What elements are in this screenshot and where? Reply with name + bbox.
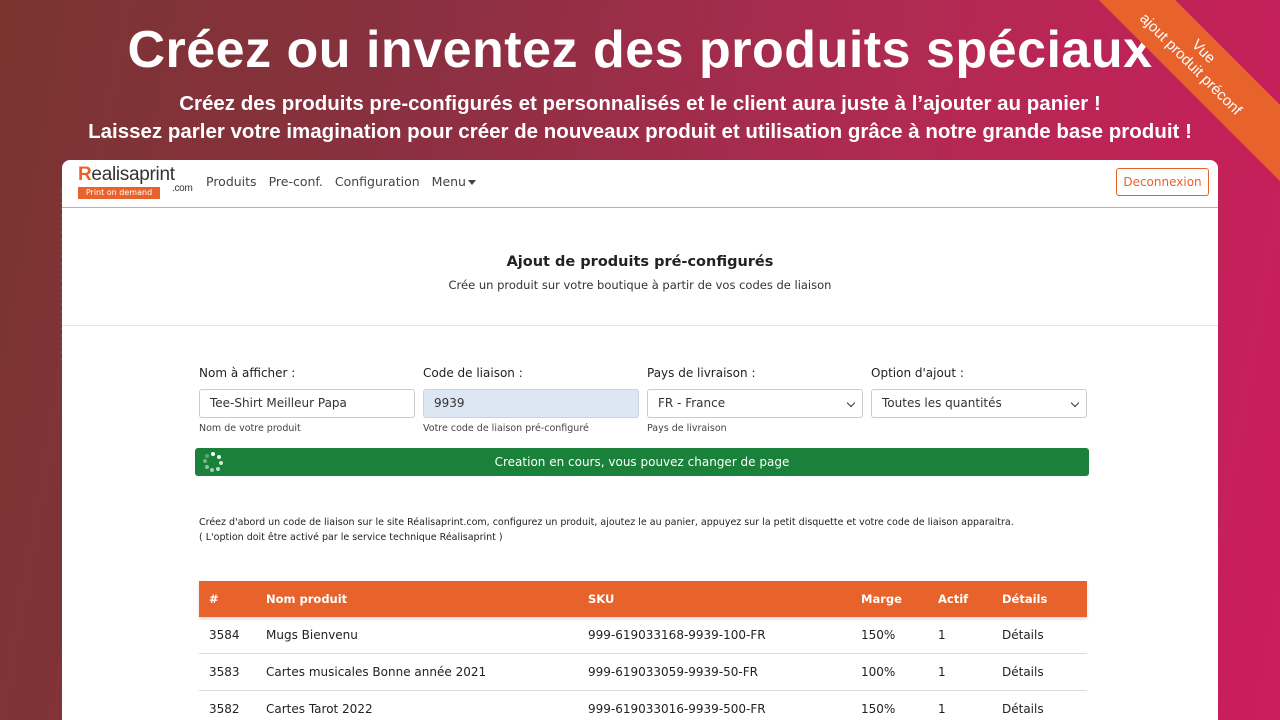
table-row: 3582 Cartes Tarot 2022 999-619033016-993… bbox=[199, 691, 1087, 720]
cell-margin: 100% bbox=[861, 665, 896, 679]
nav-link-pre-conf[interactable]: Pre-conf. bbox=[269, 174, 323, 189]
field-code: Code de liaison : 9939 Votre code de lia… bbox=[423, 366, 639, 434]
field-name: Nom à afficher : Tee-Shirt Meilleur Papa… bbox=[199, 366, 415, 434]
preconf-form: Nom à afficher : Tee-Shirt Meilleur Papa… bbox=[199, 366, 1087, 434]
code-input[interactable]: 9939 bbox=[423, 389, 639, 418]
cell-margin: 150% bbox=[861, 702, 896, 716]
chevron-down-icon bbox=[846, 398, 856, 408]
cell-name: Cartes Tarot 2022 bbox=[266, 702, 373, 716]
note-line-1: Créez d'abord un code de liaison sur le … bbox=[199, 517, 1014, 528]
option-select-value: Toutes les quantités bbox=[882, 396, 1002, 410]
spinner-icon bbox=[203, 452, 223, 472]
cell-name: Cartes musicales Bonne année 2021 bbox=[266, 665, 487, 679]
option-select[interactable]: Toutes les quantités bbox=[871, 389, 1087, 418]
field-option: Option d'ajout : Toutes les quantités bbox=[871, 366, 1087, 434]
header-active[interactable]: Actif bbox=[938, 592, 1002, 606]
note-line-2: ( L'option doit être activé par le servi… bbox=[199, 532, 503, 543]
name-label: Nom à afficher : bbox=[199, 366, 296, 380]
country-label: Pays de livraison : bbox=[647, 366, 756, 380]
navbar: Realisaprint .com Print on demand Produit… bbox=[62, 160, 1218, 208]
cell-sku: 999-619033168-9939-100-FR bbox=[588, 628, 766, 642]
caret-down-icon bbox=[467, 180, 476, 185]
hero-title: Créez ou inventez des produits spéciaux bbox=[127, 21, 1153, 79]
header-name[interactable]: Nom produit bbox=[266, 592, 588, 606]
name-help: Nom de votre produit bbox=[199, 423, 301, 434]
header-sku[interactable]: SKU bbox=[588, 592, 861, 606]
logo-tagline: Print on demand bbox=[78, 187, 160, 199]
nav-link-configuration[interactable]: Configuration bbox=[335, 174, 420, 189]
page-header: Ajout de produits pré-configurés Crée un… bbox=[62, 208, 1218, 326]
page-subtitle: Crée un produit sur votre boutique à par… bbox=[448, 278, 832, 292]
table-row: 3583 Cartes musicales Bonne année 2021 9… bbox=[199, 654, 1087, 691]
app-window: Realisaprint .com Print on demand Produit… bbox=[62, 160, 1218, 720]
field-country: Pays de livraison : FR - France Pays de … bbox=[647, 366, 863, 434]
details-link[interactable]: Détails bbox=[1002, 702, 1087, 716]
chevron-down-icon bbox=[1070, 398, 1080, 408]
option-label: Option d'ajout : bbox=[871, 366, 964, 380]
cell-active: 1 bbox=[938, 665, 946, 679]
logo-wordmark: Realisaprint .com bbox=[78, 164, 193, 195]
cell-sku: 999-619033059-9939-50-FR bbox=[588, 665, 758, 679]
nav-links: Produits Pre-conf. Configuration Menu bbox=[206, 174, 476, 189]
hero-subtitle-1: Créez des produits pre-configurés et per… bbox=[179, 92, 1101, 115]
name-input[interactable]: Tee-Shirt Meilleur Papa bbox=[199, 389, 415, 418]
logo[interactable]: Realisaprint .com Print on demand bbox=[78, 164, 193, 201]
cell-margin: 150% bbox=[861, 628, 896, 642]
table-row: 3584 Mugs Bienvenu 999-619033168-9939-10… bbox=[199, 617, 1087, 654]
cell-name: Mugs Bienvenu bbox=[266, 628, 358, 642]
creation-progress-bar: Creation en cours, vous pouvez changer d… bbox=[195, 448, 1089, 476]
country-help: Pays de livraison bbox=[647, 423, 727, 434]
progress-text: Creation en cours, vous pouvez changer d… bbox=[494, 455, 790, 469]
cell-active: 1 bbox=[938, 628, 946, 642]
nav-link-produits[interactable]: Produits bbox=[206, 174, 257, 189]
table-header: # Nom produit SKU Marge Actif Détails bbox=[199, 581, 1087, 617]
cell-id: 3583 bbox=[209, 665, 240, 679]
help-note: Créez d'abord un code de liaison sur le … bbox=[199, 515, 1014, 545]
logout-button[interactable]: Deconnexion bbox=[1116, 168, 1209, 196]
details-link[interactable]: Détails bbox=[1002, 628, 1087, 642]
cell-sku: 999-619033016-9939-500-FR bbox=[588, 702, 766, 716]
cell-id: 3582 bbox=[209, 702, 240, 716]
cell-active: 1 bbox=[938, 702, 946, 716]
details-link[interactable]: Détails bbox=[1002, 665, 1087, 679]
cell-id: 3584 bbox=[209, 628, 240, 642]
hero-subtitle-2: Laissez parler votre imagination pour cr… bbox=[88, 120, 1192, 143]
country-select-value: FR - France bbox=[658, 396, 726, 410]
code-help: Votre code de liaison pré-configuré bbox=[423, 423, 589, 434]
header-margin[interactable]: Marge bbox=[861, 592, 938, 606]
code-label: Code de liaison : bbox=[423, 366, 523, 380]
header-details[interactable]: Détails bbox=[1002, 592, 1087, 606]
page-title: Ajout de produits pré-configurés bbox=[506, 254, 774, 270]
products-table: # Nom produit SKU Marge Actif Détails 35… bbox=[199, 581, 1087, 720]
nav-link-menu[interactable]: Menu bbox=[432, 174, 476, 189]
header-id[interactable]: # bbox=[199, 592, 266, 606]
country-select[interactable]: FR - France bbox=[647, 389, 863, 418]
